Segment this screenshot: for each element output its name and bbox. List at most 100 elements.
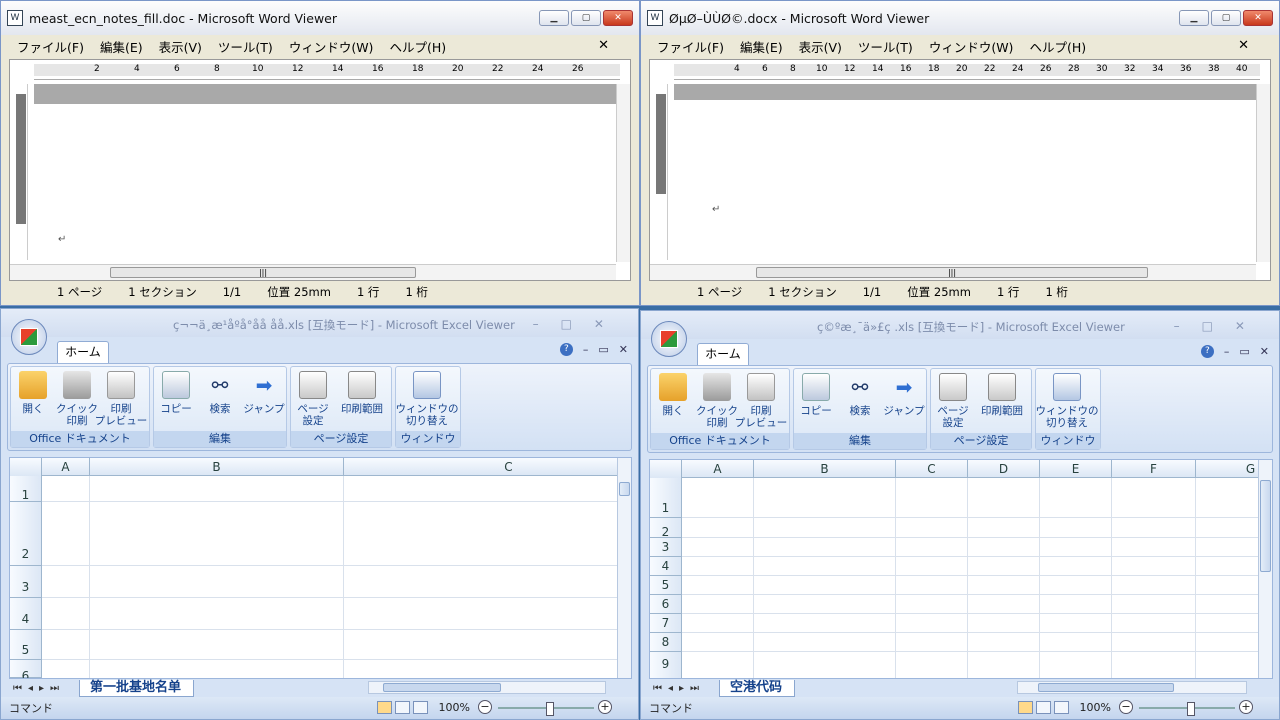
menu-window[interactable]: ウィンドウ(W) bbox=[289, 37, 374, 56]
vertical-scrollbar[interactable] bbox=[617, 458, 631, 678]
ruler-tick: 10 bbox=[252, 64, 264, 74]
restore-icon[interactable]: ▭ bbox=[1239, 345, 1249, 358]
row-header-3[interactable]: 3 bbox=[10, 566, 42, 598]
select-all-corner[interactable] bbox=[10, 458, 42, 476]
column-header-e[interactable]: E bbox=[1040, 460, 1112, 478]
page-layout-icon[interactable] bbox=[1036, 701, 1051, 714]
group-window: ウィンドウの 切り替え ウィンドウ bbox=[395, 366, 461, 448]
row-header-2[interactable]: 2 bbox=[650, 518, 682, 539]
menu-tools[interactable]: ツール(T) bbox=[858, 37, 913, 56]
normal-view-icon[interactable] bbox=[1018, 701, 1033, 714]
horizontal-scrollbar[interactable]: ||| bbox=[650, 264, 1256, 280]
document-close-icon[interactable]: ✕ bbox=[1238, 38, 1249, 53]
zoom-slider[interactable] bbox=[1139, 702, 1235, 716]
group-label: 編集 bbox=[154, 431, 286, 447]
column-header-c[interactable]: C bbox=[896, 460, 968, 478]
ruler-tick: 20 bbox=[452, 64, 464, 74]
sheet-tab[interactable]: 第一批基地名单 bbox=[79, 679, 195, 697]
sheet-nav-arrows[interactable]: ⏮◂▸⏭ bbox=[649, 683, 719, 694]
column-header-d[interactable]: D bbox=[968, 460, 1040, 478]
zoom-out-icon[interactable]: − bbox=[478, 700, 492, 714]
row-header-4[interactable]: 4 bbox=[10, 598, 42, 630]
scroll-thumb[interactable]: ||| bbox=[756, 267, 1148, 278]
column-header-a[interactable]: A bbox=[42, 458, 90, 476]
column-header-f[interactable]: F bbox=[1112, 460, 1196, 478]
close-button[interactable]: ✕ bbox=[603, 10, 633, 26]
menu-help[interactable]: ヘルプ(H) bbox=[389, 37, 446, 56]
menu-edit[interactable]: 編集(E) bbox=[740, 37, 783, 56]
row-header-6[interactable]: 6 bbox=[650, 595, 682, 614]
row-header-2[interactable]: 2 bbox=[10, 502, 42, 566]
group-office-document: 開く クイック 印刷 印刷 プレビュー Office ドキュメント bbox=[10, 366, 150, 448]
minimize-icon: ▁ bbox=[1190, 13, 1198, 23]
menu-tools[interactable]: ツール(T) bbox=[218, 37, 273, 56]
minimize-button[interactable]: ▁ bbox=[539, 10, 569, 26]
tab-home[interactable]: ホーム bbox=[57, 341, 109, 363]
print-area-icon bbox=[988, 373, 1016, 401]
help-icon[interactable]: ? bbox=[1200, 345, 1214, 358]
zoom-level[interactable]: 100% bbox=[439, 701, 470, 714]
menu-window[interactable]: ウィンドウ(W) bbox=[929, 37, 1014, 56]
close-icon[interactable]: ✕ bbox=[619, 343, 628, 356]
row-header-5[interactable]: 5 bbox=[10, 630, 42, 660]
menu-file[interactable]: ファイル(F) bbox=[17, 37, 84, 56]
sheet-tab-bar: ⏮◂▸⏭ 第一批基地名单 bbox=[9, 679, 632, 697]
sheet-nav-arrows[interactable]: ⏮◂▸⏭ bbox=[9, 683, 79, 694]
menu-view[interactable]: 表示(V) bbox=[799, 37, 842, 56]
jump-arrow-icon: ➡ bbox=[255, 373, 273, 397]
document-close-icon[interactable]: ✕ bbox=[598, 38, 609, 53]
column-header-c[interactable]: C bbox=[344, 458, 631, 476]
horizontal-scrollbar[interactable] bbox=[368, 681, 606, 694]
row-header-8[interactable]: 8 bbox=[650, 633, 682, 652]
vertical-scrollbar[interactable] bbox=[616, 84, 630, 262]
window-controls[interactable]: –□✕ bbox=[1174, 319, 1267, 333]
menu-help[interactable]: ヘルプ(H) bbox=[1029, 37, 1086, 56]
zoom-slider[interactable] bbox=[498, 702, 594, 716]
maximize-button[interactable]: ▢ bbox=[1211, 10, 1241, 26]
select-all-corner[interactable] bbox=[650, 460, 682, 478]
window-controls[interactable]: –□✕ bbox=[533, 317, 626, 331]
horizontal-scrollbar[interactable]: ||| bbox=[10, 264, 616, 280]
minimize-icon[interactable]: – bbox=[583, 343, 589, 356]
spreadsheet-grid[interactable]: A B C D E F G 1 2 3 4 5 6 7 8 9 bbox=[649, 459, 1273, 679]
column-header-b[interactable]: B bbox=[90, 458, 344, 476]
help-icon[interactable]: ? bbox=[559, 343, 573, 356]
row-header-1[interactable]: 1 bbox=[650, 478, 682, 518]
page-break-icon[interactable] bbox=[413, 701, 428, 714]
menu-view[interactable]: 表示(V) bbox=[159, 37, 202, 56]
vertical-ruler bbox=[654, 84, 668, 260]
row-header-4[interactable]: 4 bbox=[650, 557, 682, 576]
scroll-thumb[interactable]: ||| bbox=[110, 267, 416, 278]
ruler-tick: 4 bbox=[134, 64, 140, 74]
tab-home[interactable]: ホーム bbox=[697, 343, 749, 365]
group-label: ページ設定 bbox=[291, 431, 391, 447]
row-header-1[interactable]: 1 bbox=[10, 476, 42, 502]
row-header-5[interactable]: 5 bbox=[650, 576, 682, 595]
zoom-level[interactable]: 100% bbox=[1080, 701, 1111, 714]
page-layout-icon[interactable] bbox=[395, 701, 410, 714]
spreadsheet-grid[interactable]: A B C 1 2 3 4 5 6 bbox=[9, 457, 632, 679]
row-header-3[interactable]: 3 bbox=[650, 538, 682, 557]
row-header-7[interactable]: 7 bbox=[650, 614, 682, 633]
horizontal-scrollbar[interactable] bbox=[1017, 681, 1247, 694]
minimize-icon[interactable]: – bbox=[1224, 345, 1230, 358]
zoom-in-icon[interactable]: + bbox=[598, 700, 612, 714]
row-header-6[interactable]: 6 bbox=[10, 660, 42, 678]
restore-icon[interactable]: ▭ bbox=[598, 343, 608, 356]
column-header-a[interactable]: A bbox=[682, 460, 754, 478]
vertical-scrollbar[interactable] bbox=[1256, 84, 1270, 262]
zoom-out-icon[interactable]: − bbox=[1119, 700, 1133, 714]
vertical-scrollbar[interactable] bbox=[1258, 460, 1272, 678]
maximize-button[interactable]: ▢ bbox=[571, 10, 601, 26]
row-header-9[interactable]: 9 bbox=[650, 652, 682, 678]
menu-file[interactable]: ファイル(F) bbox=[657, 37, 724, 56]
sheet-tab[interactable]: 空港代码 bbox=[719, 679, 796, 697]
column-header-b[interactable]: B bbox=[754, 460, 896, 478]
minimize-button[interactable]: ▁ bbox=[1179, 10, 1209, 26]
close-icon[interactable]: ✕ bbox=[1260, 345, 1269, 358]
zoom-in-icon[interactable]: + bbox=[1239, 700, 1253, 714]
page-break-icon[interactable] bbox=[1054, 701, 1069, 714]
menu-edit[interactable]: 編集(E) bbox=[100, 37, 143, 56]
close-button[interactable]: ✕ bbox=[1243, 10, 1273, 26]
normal-view-icon[interactable] bbox=[377, 701, 392, 714]
